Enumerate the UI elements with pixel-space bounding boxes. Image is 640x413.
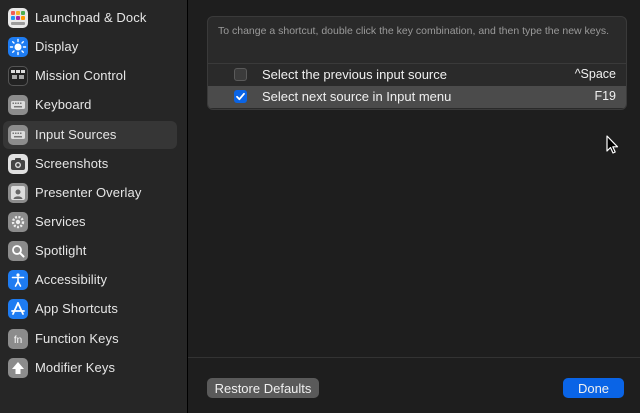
mouse-pointer-icon bbox=[606, 135, 619, 154]
shortcut-label: Select the previous input source bbox=[262, 67, 447, 82]
launchpad-dock-icon bbox=[8, 8, 28, 28]
gear-icon bbox=[8, 212, 28, 232]
accessibility-icon bbox=[8, 270, 28, 290]
sidebar-item-app-shortcuts[interactable]: App Shortcuts bbox=[3, 295, 177, 323]
shortcuts-panel: To change a shortcut, double click the k… bbox=[207, 16, 627, 110]
checkmark-icon bbox=[236, 92, 245, 101]
fn-key-icon: fn bbox=[8, 329, 28, 349]
footer-divider bbox=[188, 357, 640, 358]
sidebar-item-accessibility[interactable]: Accessibility bbox=[3, 266, 177, 294]
sidebar-item-services[interactable]: Services bbox=[3, 208, 177, 236]
up-arrow-icon bbox=[8, 358, 28, 378]
sidebar-item-label: Accessibility bbox=[35, 272, 108, 287]
shortcut-checkbox[interactable] bbox=[234, 90, 247, 103]
sidebar-item-label: Screenshots bbox=[35, 156, 109, 171]
sidebar-item-label: Spotlight bbox=[35, 243, 87, 258]
sidebar-item-spotlight[interactable]: Spotlight bbox=[3, 237, 177, 265]
shortcut-checkbox[interactable] bbox=[234, 68, 247, 81]
sidebar-item-display[interactable]: Display bbox=[3, 33, 177, 61]
sidebar: Launchpad & Dock Display Mission Control… bbox=[0, 0, 188, 413]
keyboard-icon bbox=[8, 95, 28, 115]
sidebar-item-label: Modifier Keys bbox=[35, 360, 116, 375]
main-content: To change a shortcut, double click the k… bbox=[188, 0, 640, 413]
mission-control-icon bbox=[8, 66, 28, 86]
shortcut-key[interactable]: ^Space bbox=[575, 67, 616, 81]
sidebar-item-label: Display bbox=[35, 39, 79, 54]
shortcut-row-next-source[interactable]: Select next source in Input menu F19 bbox=[208, 86, 626, 108]
app-store-icon bbox=[8, 299, 28, 319]
sidebar-item-label: Function Keys bbox=[35, 331, 119, 346]
shortcut-label: Select next source in Input menu bbox=[262, 89, 452, 104]
sidebar-item-label: App Shortcuts bbox=[35, 301, 118, 316]
sidebar-item-modifier-keys[interactable]: Modifier Keys bbox=[3, 354, 177, 382]
shortcut-row-previous-input-source[interactable]: Select the previous input source ^Space bbox=[208, 63, 626, 86]
instructions-text: To change a shortcut, double click the k… bbox=[218, 25, 610, 37]
sidebar-item-label: Launchpad & Dock bbox=[35, 10, 147, 25]
sidebar-item-keyboard[interactable]: Keyboard bbox=[3, 91, 177, 119]
sidebar-item-label: Input Sources bbox=[35, 127, 117, 142]
done-button[interactable]: Done bbox=[563, 378, 624, 398]
sidebar-item-label: Keyboard bbox=[35, 97, 92, 112]
sidebar-item-label: Mission Control bbox=[35, 68, 127, 83]
sidebar-item-screenshots[interactable]: Screenshots bbox=[3, 150, 177, 178]
sidebar-item-launchpad-dock[interactable]: Launchpad & Dock bbox=[3, 4, 177, 32]
sidebar-item-label: Services bbox=[35, 214, 86, 229]
restore-defaults-button[interactable]: Restore Defaults bbox=[207, 378, 319, 398]
sidebar-item-function-keys[interactable]: fn Function Keys bbox=[3, 325, 177, 353]
input-sources-icon bbox=[8, 125, 28, 145]
presenter-overlay-icon bbox=[8, 183, 28, 203]
sidebar-item-input-sources[interactable]: Input Sources bbox=[3, 121, 177, 149]
shortcut-key[interactable]: F19 bbox=[594, 89, 616, 103]
sidebar-item-presenter-overlay[interactable]: Presenter Overlay bbox=[3, 179, 177, 207]
screenshot-camera-icon bbox=[8, 154, 28, 174]
display-brightness-icon bbox=[8, 37, 28, 57]
svg-text:fn: fn bbox=[14, 335, 22, 346]
sidebar-item-label: Presenter Overlay bbox=[35, 185, 142, 200]
sidebar-item-mission-control[interactable]: Mission Control bbox=[3, 62, 177, 90]
magnifying-glass-icon bbox=[8, 241, 28, 261]
